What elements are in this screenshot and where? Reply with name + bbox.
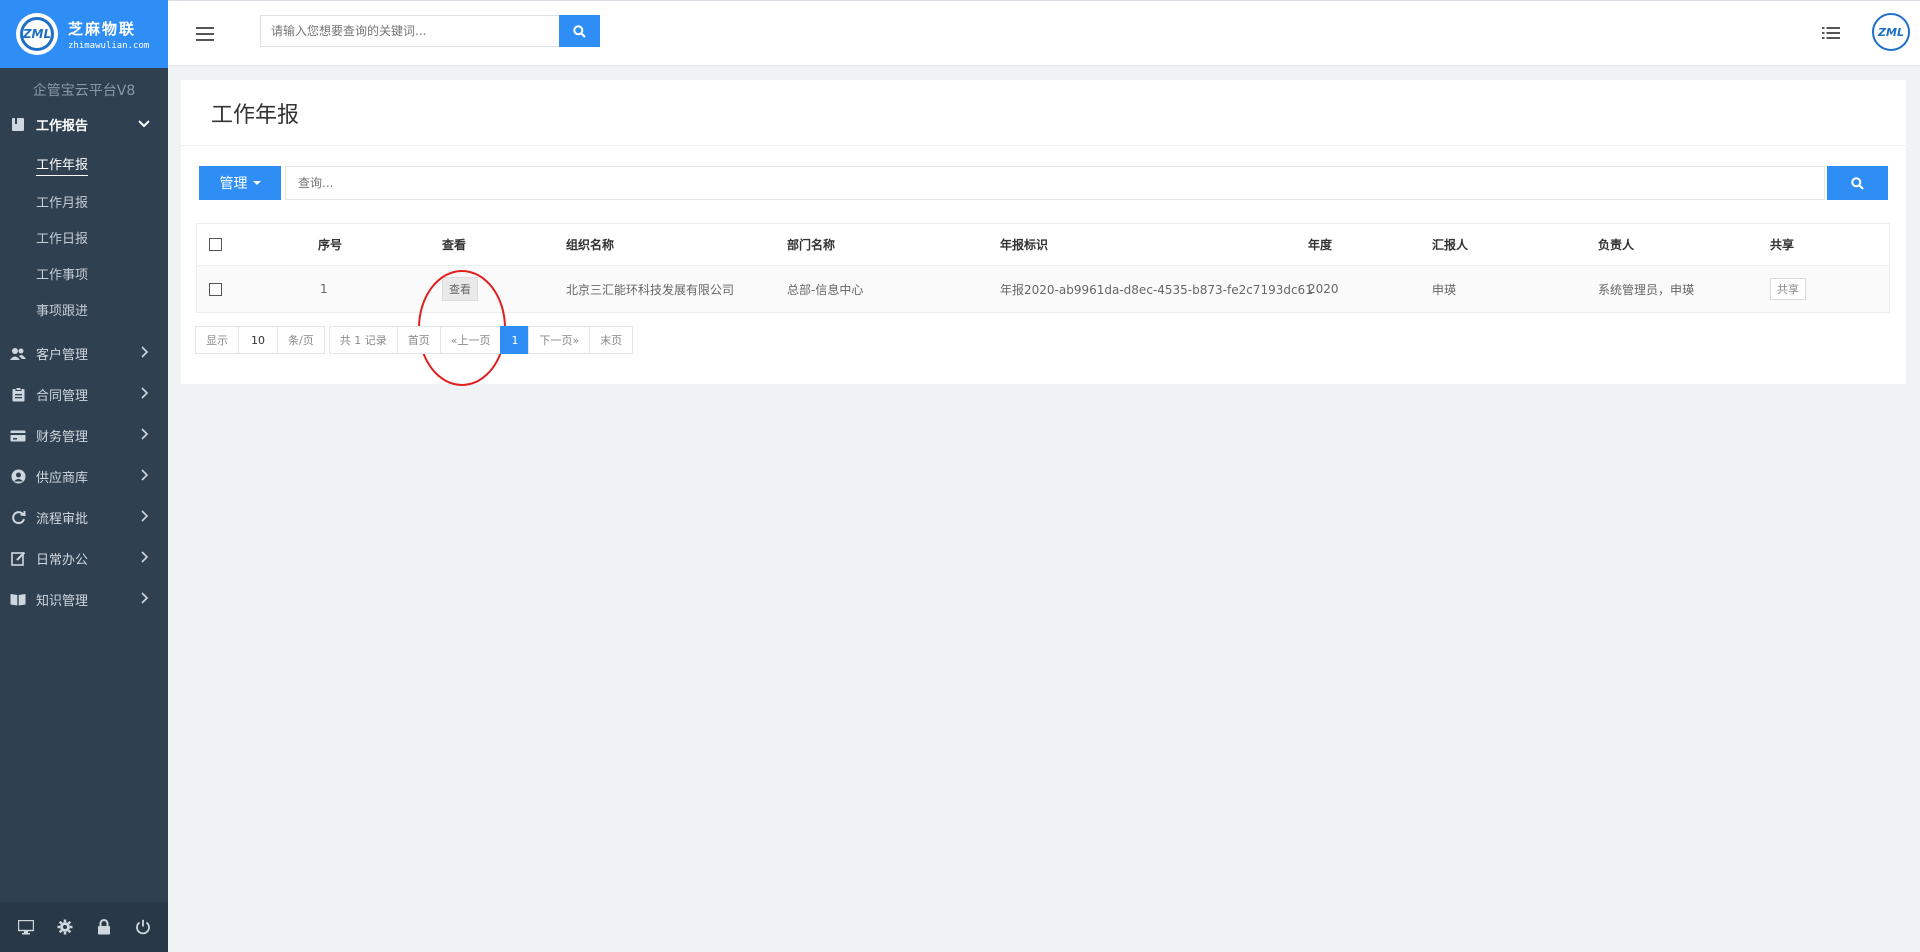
select-all-checkbox[interactable] (209, 238, 222, 251)
table-header: 序号 查看 组织名称 部门名称 年报标识 年度 汇报人 负责人 共享 (197, 224, 1889, 266)
sidebar-submenu: 工作年报 工作月报 工作日报 工作事项 事项跟进 (0, 147, 168, 327)
sidebar-item-label: 财务管理 (36, 430, 89, 445)
sidebar: ZML 芝麻物联 zhimawulian.com 企管宝云平台V8 工作报告 工… (0, 0, 168, 952)
sidebar-item-work-report[interactable]: 工作报告 (0, 104, 168, 145)
sidebar-footer (0, 902, 168, 952)
row-dept-name: 总部-信息中心 (787, 282, 864, 297)
table-toolbar: 管理 (199, 166, 1888, 200)
next-page-button[interactable]: 下一页» (528, 326, 591, 354)
prev-page-button[interactable]: «上一页 (439, 326, 502, 354)
gear-icon[interactable] (56, 918, 74, 936)
query-search-button[interactable] (1827, 166, 1888, 200)
chevron-right-icon (141, 510, 149, 522)
credit-card-icon (10, 428, 26, 444)
col-header-owner[interactable]: 负责人 (1598, 224, 1634, 265)
brand-name: 芝麻物联 (68, 19, 137, 38)
top-search-button[interactable] (559, 15, 600, 47)
sidebar-item-label: 供应商库 (36, 471, 89, 486)
logo-icon: ZML (16, 13, 58, 55)
list-icon[interactable] (1822, 25, 1840, 41)
pager-show-label: 显示 (195, 326, 239, 354)
col-header-share: 共享 (1770, 238, 1795, 252)
col-header-reporter[interactable]: 汇报人 (1432, 224, 1468, 265)
sidebar-item-label: 合同管理 (36, 389, 89, 404)
clipboard-icon (10, 387, 26, 403)
sidebar-item-approvals[interactable]: 流程审批 (0, 497, 168, 538)
sidebar-item-label: 工作报告 (36, 119, 89, 134)
sidebar-nav: 工作报告 工作年报 工作月报 工作日报 工作事项 事项跟进 客户管理 合同管理 (0, 104, 168, 620)
top-bar: ZML (168, 0, 1920, 66)
row-checkbox[interactable] (209, 282, 222, 296)
col-header-view: 查看 (442, 238, 467, 252)
refresh-icon (10, 510, 26, 526)
power-icon[interactable] (134, 918, 152, 936)
col-header-dept[interactable]: 部门名称 (787, 224, 835, 265)
user-circle-icon (10, 469, 26, 485)
sidebar-subitem-annual-report[interactable]: 工作年报 (0, 147, 168, 183)
sidebar-item-finance[interactable]: 财务管理 (0, 415, 168, 456)
search-icon (573, 24, 586, 38)
chevron-right-icon (141, 592, 149, 604)
chevron-right-icon (141, 387, 149, 399)
open-book-icon (10, 592, 26, 608)
row-owner: 系统管理员，申瑛 (1598, 282, 1695, 297)
sidebar-subitem-work-items[interactable]: 工作事项 (0, 255, 168, 291)
row-year: 2020 (1308, 282, 1339, 296)
query-input[interactable] (285, 166, 1825, 200)
row-index: 1 (320, 282, 328, 296)
chevron-down-icon (138, 120, 150, 128)
chevron-right-icon (141, 469, 149, 481)
sidebar-item-customers[interactable]: 客户管理 (0, 333, 168, 374)
monitor-icon[interactable] (17, 918, 35, 936)
book-icon (10, 117, 26, 133)
top-search-input[interactable] (260, 15, 560, 47)
platform-title: 企管宝云平台V8 (32, 83, 136, 99)
annual-report-table: 序号 查看 组织名称 部门名称 年报标识 年度 汇报人 负责人 共享 1 查看 … (196, 223, 1890, 313)
pagination: 显示 10 条/页 共 1 记录 首页 «上一页 1 下一页» 末页 (195, 326, 634, 354)
user-avatar[interactable]: ZML (1872, 13, 1910, 51)
sidebar-item-suppliers[interactable]: 供应商库 (0, 456, 168, 497)
lock-icon[interactable] (95, 918, 113, 936)
pager-total: 共 1 记录 (328, 326, 398, 354)
sidebar-item-label: 客户管理 (36, 348, 89, 363)
col-header-index[interactable]: 序号 (318, 224, 342, 265)
col-header-year[interactable]: 年度 (1308, 224, 1332, 265)
manage-dropdown-button[interactable]: 管理 (199, 166, 281, 200)
row-reporter: 申瑛 (1432, 282, 1457, 297)
page-number-button[interactable]: 1 (500, 326, 530, 354)
menu-toggle-icon[interactable] (196, 27, 214, 41)
sidebar-item-daily-office[interactable]: 日常办公 (0, 538, 168, 579)
view-button[interactable]: 查看 (442, 277, 478, 301)
sidebar-subitem-daily-report[interactable]: 工作日报 (0, 219, 168, 255)
sidebar-item-label: 知识管理 (36, 594, 89, 609)
chevron-right-icon (141, 551, 149, 563)
sidebar-subitem-follow-up[interactable]: 事项跟进 (0, 291, 168, 327)
page-title: 工作年报 (181, 80, 1906, 146)
users-icon (10, 346, 26, 362)
sidebar-item-label: 日常办公 (36, 553, 89, 568)
search-icon (1851, 176, 1864, 190)
table-row[interactable]: 1 查看 北京三汇能环科技发展有限公司 总部-信息中心 年报2020-ab996… (197, 266, 1889, 312)
sidebar-subitem-monthly-report[interactable]: 工作月报 (0, 183, 168, 219)
chevron-right-icon (141, 346, 149, 358)
sidebar-item-contracts[interactable]: 合同管理 (0, 374, 168, 415)
page-size-input[interactable]: 10 (238, 326, 278, 354)
col-header-org[interactable]: 组织名称 (566, 224, 614, 265)
share-button[interactable]: 共享 (1770, 278, 1806, 300)
content-panel: 工作年报 管理 序号 查看 组织名称 部门名称 年报标识 年度 汇报人 负责人 … (181, 80, 1906, 386)
edit-icon (10, 551, 26, 567)
sidebar-item-label: 流程审批 (36, 512, 89, 527)
chevron-right-icon (141, 428, 149, 440)
last-page-button[interactable]: 末页 (589, 326, 634, 354)
brand-domain: zhimawulian.com (68, 40, 150, 51)
sidebar-item-knowledge[interactable]: 知识管理 (0, 579, 168, 620)
brand-logo[interactable]: ZML 芝麻物联 zhimawulian.com (0, 0, 168, 68)
col-header-report-id[interactable]: 年报标识 (1000, 224, 1048, 265)
pager-per-page-label: 条/页 (277, 326, 325, 354)
first-page-button[interactable]: 首页 (396, 326, 441, 354)
row-report-id: 年报2020-ab9961da-d8ec-4535-b873-fe2c7193d… (1000, 282, 1313, 297)
caret-down-icon (252, 181, 261, 185)
row-org-name: 北京三汇能环科技发展有限公司 (566, 282, 735, 297)
